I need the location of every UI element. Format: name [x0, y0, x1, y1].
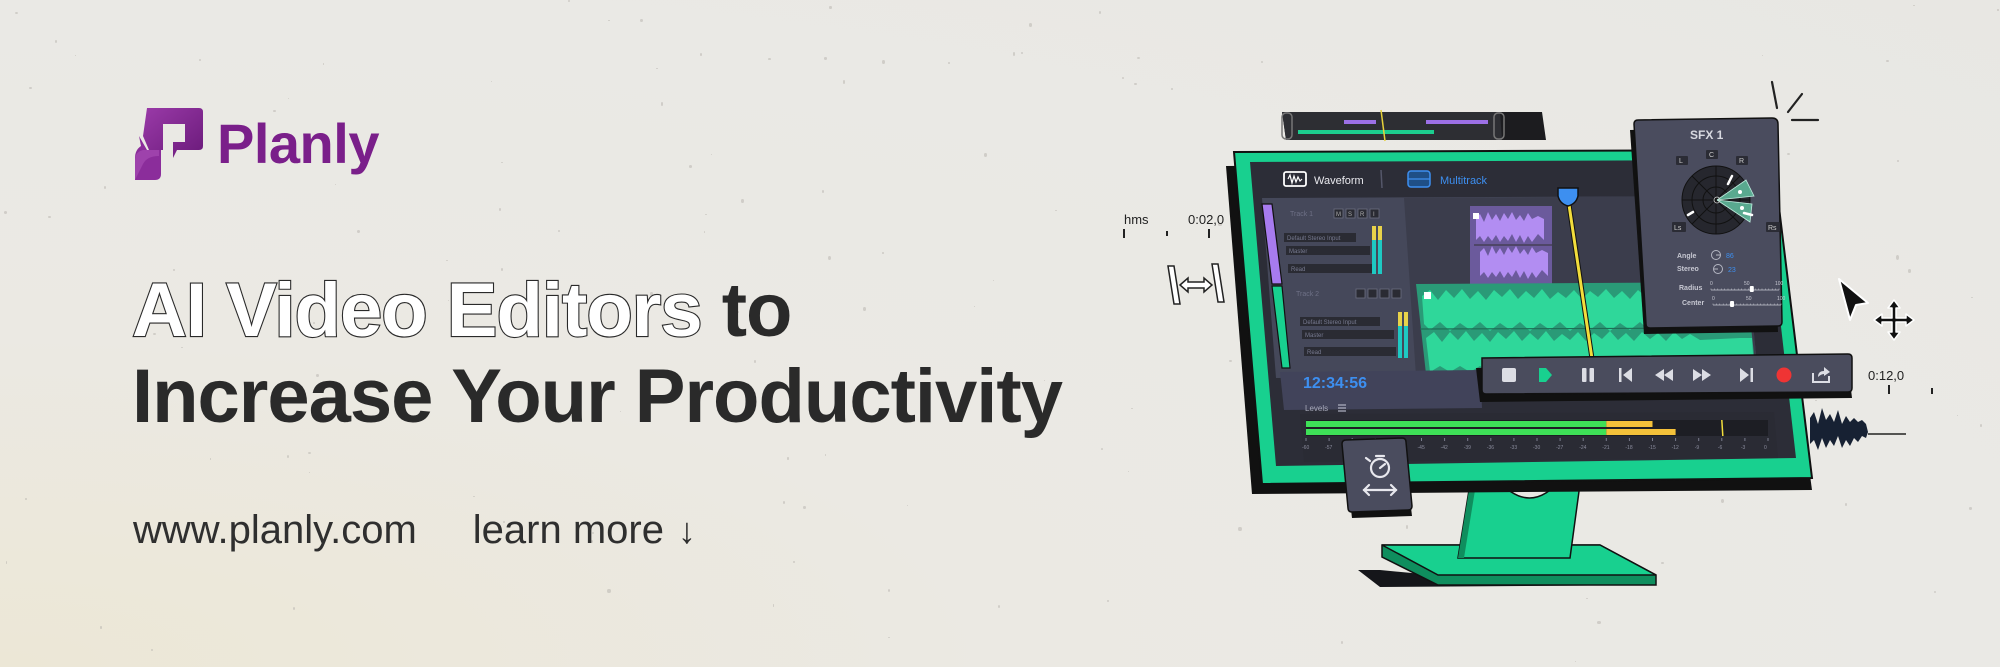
svg-text:Master: Master [1289, 249, 1307, 255]
levels-label: Levels [1305, 404, 1328, 413]
time-ruler-right: 0:12,0 [1868, 368, 1933, 394]
record-icon [1776, 367, 1792, 383]
waveform-fragment [1810, 408, 1906, 450]
svg-text:Angle: Angle [1677, 253, 1697, 260]
svg-text:50: 50 [1744, 281, 1750, 287]
svg-text:Read: Read [1291, 267, 1305, 273]
svg-text:Read: Read [1307, 350, 1321, 356]
slider-handle[interactable] [1749, 286, 1754, 292]
level-bar-yellow [1606, 429, 1676, 435]
stop-icon [1502, 368, 1516, 382]
transport-bar [1476, 353, 1853, 402]
svg-text:Radius: Radius [1679, 285, 1702, 292]
audio-clip-purple[interactable] [1470, 206, 1552, 284]
svg-text:Center: Center [1682, 300, 1704, 307]
time-ruler-left: hms 0:02,0 [1123, 212, 1224, 238]
level-tick-label: -15 [1649, 445, 1656, 451]
level-tick-label: -12 [1672, 445, 1679, 451]
svg-text:50: 50 [1746, 296, 1752, 302]
svg-text:Rs: Rs [1768, 225, 1777, 232]
svg-text:S: S [1348, 212, 1352, 218]
svg-text:L: L [1679, 158, 1683, 165]
level-tick-label: -39 [1464, 445, 1471, 451]
level-tick-label: -45 [1418, 445, 1425, 451]
move-icon [1873, 299, 1915, 341]
level-tick-label: -27 [1556, 445, 1563, 451]
sfx-panel: SFX 1 L C R Ls Rs Angle 86 Stereo 23 Rad… [1630, 117, 1786, 334]
timecode-display: 12:34:56 [1303, 375, 1367, 392]
svg-text:Waveform: Waveform [1314, 175, 1364, 187]
timer-key [1341, 437, 1413, 518]
level-tick-label: -21 [1602, 445, 1609, 451]
svg-text:R: R [1739, 158, 1744, 165]
svg-text:C: C [1709, 152, 1714, 159]
angle-value: 86 [1726, 253, 1734, 260]
level-bar-green [1306, 429, 1607, 435]
level-tick-label: -30 [1533, 445, 1540, 451]
level-tick-label: 0 [1764, 445, 1767, 451]
level-tick-label: -18 [1625, 445, 1632, 451]
svg-text:Master: Master [1305, 333, 1323, 339]
level-tick-label: -57 [1325, 445, 1332, 451]
svg-text:M: M [1336, 212, 1341, 218]
svg-text:Multitrack: Multitrack [1440, 175, 1488, 187]
sfx-title: SFX 1 [1690, 128, 1724, 142]
slider-handle[interactable] [1730, 301, 1735, 307]
video-editor-illustration: hms 0:02,0 Waveform Multitrack Track 1 M… [1123, 80, 1933, 587]
record-arm-button[interactable] [1379, 288, 1390, 299]
svg-text:Stereo: Stereo [1677, 266, 1699, 273]
time-marker-2: 0:12,0 [1868, 368, 1904, 383]
pointer-cursor-icon [1838, 278, 1869, 321]
svg-text:100: 100 [1775, 281, 1784, 287]
svg-text:100: 100 [1777, 296, 1786, 302]
record-button[interactable] [1776, 367, 1792, 383]
level-tick-label: -36 [1487, 445, 1494, 451]
track-name: Track 2 [1296, 291, 1319, 298]
svg-text:0: 0 [1712, 296, 1715, 302]
input-monitor-button[interactable] [1391, 288, 1402, 299]
level-tick-label: -42 [1441, 445, 1448, 451]
level-tick-label: -3 [1741, 445, 1746, 451]
time-marker-1: 0:02,0 [1188, 212, 1224, 227]
level-bar-green [1306, 421, 1607, 427]
svg-text:Ls: Ls [1674, 225, 1682, 232]
time-unit-label: hms [1124, 212, 1149, 227]
mute-button[interactable] [1355, 288, 1366, 299]
level-bar-yellow [1606, 421, 1653, 427]
svg-text:Default Stereo Input: Default Stereo Input [1287, 236, 1341, 242]
svg-text:Default Stereo Input: Default Stereo Input [1303, 320, 1357, 326]
level-tick-label: -9 [1695, 445, 1700, 451]
svg-text:0: 0 [1710, 281, 1713, 287]
stereo-value: 23 [1728, 267, 1736, 274]
svg-text:R: R [1360, 212, 1365, 218]
solo-button[interactable] [1367, 288, 1378, 299]
level-tick-label: -33 [1510, 445, 1517, 451]
floating-timeline-bar [1281, 109, 1546, 142]
level-tick-label: -24 [1579, 445, 1586, 451]
sparkle-lines [1770, 80, 1820, 122]
track-name: Track 1 [1290, 211, 1313, 218]
level-tick-label: -6 [1718, 445, 1723, 451]
stop-button[interactable] [1502, 368, 1516, 382]
level-tick-label: -60 [1302, 445, 1309, 451]
resize-horizontal-icon [1167, 263, 1225, 305]
peak-marker [1721, 419, 1724, 437]
